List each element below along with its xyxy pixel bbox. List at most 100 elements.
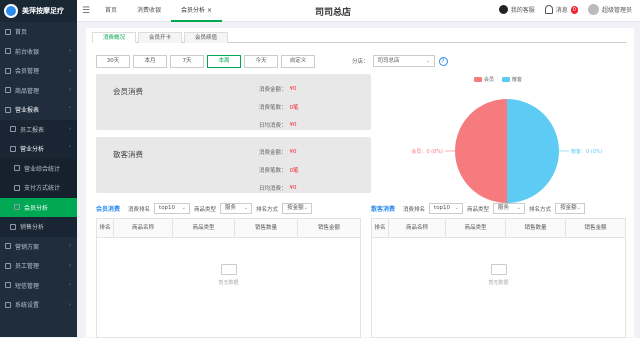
customer-service-link[interactable]: 我的客服 xyxy=(498,5,535,14)
rank-select-value: top10 xyxy=(159,205,176,211)
type-label: 商品类型 xyxy=(467,206,490,213)
guest-count-row: 消费笔数： 0笔 xyxy=(259,161,299,179)
tab-checkout[interactable]: 消费收银 xyxy=(127,0,171,22)
col-rank[interactable]: 排名 xyxy=(97,219,114,237)
sidebar-item-6[interactable]: 营业分析 ˅ xyxy=(0,139,77,159)
type-select[interactable]: 服务 ⌄ xyxy=(493,203,526,214)
metric-label: 消费笔数： xyxy=(259,105,287,111)
sidebar-item-2[interactable]: 会员管理 › xyxy=(0,61,77,81)
notice-badge: 0 xyxy=(570,5,578,14)
menu-item-icon xyxy=(14,165,20,172)
metric-value: 0笔 xyxy=(289,168,299,174)
col-product-type[interactable]: 商品类型 xyxy=(446,219,506,237)
sidebar-item-11[interactable]: 营销方案 › xyxy=(0,237,77,257)
sidebar-item-label: 营业分析 xyxy=(20,146,45,154)
menu-item-icon xyxy=(5,28,11,35)
sidebar-item-label: 支付方式统计 xyxy=(24,185,61,193)
col-sales-qty[interactable]: 销售数量 xyxy=(506,219,566,237)
store-title: 司司总店 xyxy=(315,8,352,18)
chevron-down-icon: ⌄ xyxy=(243,205,249,211)
member-card-title: 会员消费 xyxy=(113,87,143,96)
sidebar-item-5[interactable]: 员工报表 › xyxy=(0,119,77,139)
chevron-down-icon: ⌄ xyxy=(454,205,460,211)
sidebar-item-label: 营业综合统计 xyxy=(24,165,61,173)
col-product-name[interactable]: 商品名称 xyxy=(389,219,446,237)
subtab-card-open[interactable]: 会员开卡 xyxy=(138,32,183,43)
type-select[interactable]: 服务 ⌄ xyxy=(220,203,253,214)
sidebar-item-3[interactable]: 商品管理 › xyxy=(0,81,77,101)
range-this-month[interactable]: 本月 xyxy=(133,55,167,68)
sidebar-item-label: 前台收银 xyxy=(15,48,40,56)
sidebar-item-label: 营销方案 xyxy=(15,243,40,251)
sidebar-item-4[interactable]: 营业报表 ˅ xyxy=(0,100,77,120)
sidebar-item-14[interactable]: 系统设置 › xyxy=(0,295,77,315)
chevron-icon: › xyxy=(69,243,71,250)
metric-label: 消费笔数： xyxy=(259,168,287,174)
chevron-icon: ˅ xyxy=(68,106,72,113)
sidebar-item-13[interactable]: 短信管理 › xyxy=(0,276,77,296)
rank-select[interactable]: top10 ⌄ xyxy=(429,203,464,214)
sidebar-item-1[interactable]: 前台收银 › xyxy=(0,42,77,62)
sidebar-nav: 首页 前台收银 › 会员管理 › 商品管理 › 营业报表 ˅ 员工报表 › 营业分析 ˅ 营业综合统计 支付… xyxy=(0,22,77,315)
pie-slice-member[interactable] xyxy=(455,99,507,203)
avatar xyxy=(587,4,599,15)
menu-item-icon xyxy=(10,223,16,230)
legend-member[interactable]: 会员 xyxy=(474,76,494,83)
range-custom[interactable]: 自定义 xyxy=(281,55,315,68)
range-30-days[interactable]: 30天 xyxy=(96,55,130,68)
table-header: 排名 商品名称 商品类型 销售数量 销售金额 xyxy=(97,219,360,238)
empty-box-icon xyxy=(220,264,237,275)
sidebar-item-12[interactable]: 员工管理 › xyxy=(0,256,77,276)
topbar: ☰ 首页 消费收银 会员分析 × 司司总店 我的客服 消息 0 超级管理员 xyxy=(77,0,640,22)
guest-ranking-section: 散客消费 消费排名 top10 ⌄ 商品类型 服务 ⌄ 排名方式 按金额 ⌄ 排名 商… xyxy=(371,203,626,338)
rank-label: 消费排名 xyxy=(128,206,151,213)
range-this-week[interactable]: 本周 xyxy=(207,55,241,68)
col-sales-amount[interactable]: 销售金额 xyxy=(566,219,625,237)
chevron-icon: › xyxy=(69,301,71,308)
menu-toggle-icon[interactable]: ☰ xyxy=(77,6,95,16)
metric-label: 日均消费： xyxy=(259,123,287,129)
notice-link[interactable]: 消息 0 xyxy=(544,5,578,14)
pie-slice-guest[interactable] xyxy=(507,99,559,203)
range-today[interactable]: 今天 xyxy=(244,55,278,68)
sidebar-item-9[interactable]: 会员分析 xyxy=(0,197,77,217)
guest-ranking-table: 排名 商品名称 商品类型 销售数量 销售金额 暂无数据 xyxy=(371,218,626,338)
col-sales-qty[interactable]: 销售数量 xyxy=(235,219,298,237)
col-sales-amount[interactable]: 销售金额 xyxy=(298,219,360,237)
legend-guest[interactable]: 散客 xyxy=(502,76,522,83)
logo: 美萍按摩足疗 xyxy=(0,0,77,22)
sidebar-item-7[interactable]: 营业综合统计 xyxy=(0,158,77,178)
tab-member-analysis[interactable]: 会员分析 × xyxy=(171,0,222,22)
rank-select-value: top10 xyxy=(434,205,451,211)
sidebar-item-label: 会员管理 xyxy=(15,68,40,76)
metric-value: ¥0 xyxy=(289,86,297,92)
bell-icon xyxy=(544,5,553,14)
user-menu[interactable]: 超级管理员 xyxy=(587,4,632,15)
store-select[interactable]: 司司总店 ⌄ xyxy=(372,55,435,67)
sub-tabs: 消费概况 会员开卡 会员续值 xyxy=(92,32,627,43)
member-ranking-table: 排名 商品名称 商品类型 销售数量 销售金额 暂无数据 xyxy=(96,218,361,338)
col-product-name[interactable]: 商品名称 xyxy=(114,219,173,237)
tab-home[interactable]: 首页 xyxy=(95,0,127,22)
sort-select[interactable]: 按金额 ⌄ xyxy=(555,203,586,214)
store-filter-label: 分店： xyxy=(352,59,369,65)
rank-select[interactable]: top10 ⌄ xyxy=(154,203,191,214)
range-7-days[interactable]: 7天 xyxy=(170,55,204,68)
chevron-icon: › xyxy=(69,282,71,289)
metric-value: ¥0 xyxy=(289,185,297,191)
sidebar-item-0[interactable]: 首页 xyxy=(0,22,77,42)
menu-item-icon xyxy=(5,48,11,55)
col-rank[interactable]: 排名 xyxy=(372,219,389,237)
help-icon[interactable]: ? xyxy=(438,56,448,66)
sidebar-item-10[interactable]: 销售分析 xyxy=(0,217,77,237)
sidebar-item-8[interactable]: 支付方式统计 xyxy=(0,178,77,198)
subtab-overview[interactable]: 消费概况 xyxy=(92,32,137,43)
subtab-recharge[interactable]: 会员续值 xyxy=(184,32,229,43)
metric-value: ¥0 xyxy=(289,149,297,155)
chevron-down-icon: ⌄ xyxy=(303,205,309,211)
menu-item-icon xyxy=(10,145,16,152)
sort-select[interactable]: 按金额 ⌄ xyxy=(282,203,313,214)
legend-swatch-member xyxy=(474,77,482,82)
empty-box-icon xyxy=(490,264,507,275)
col-product-type[interactable]: 商品类型 xyxy=(173,219,235,237)
